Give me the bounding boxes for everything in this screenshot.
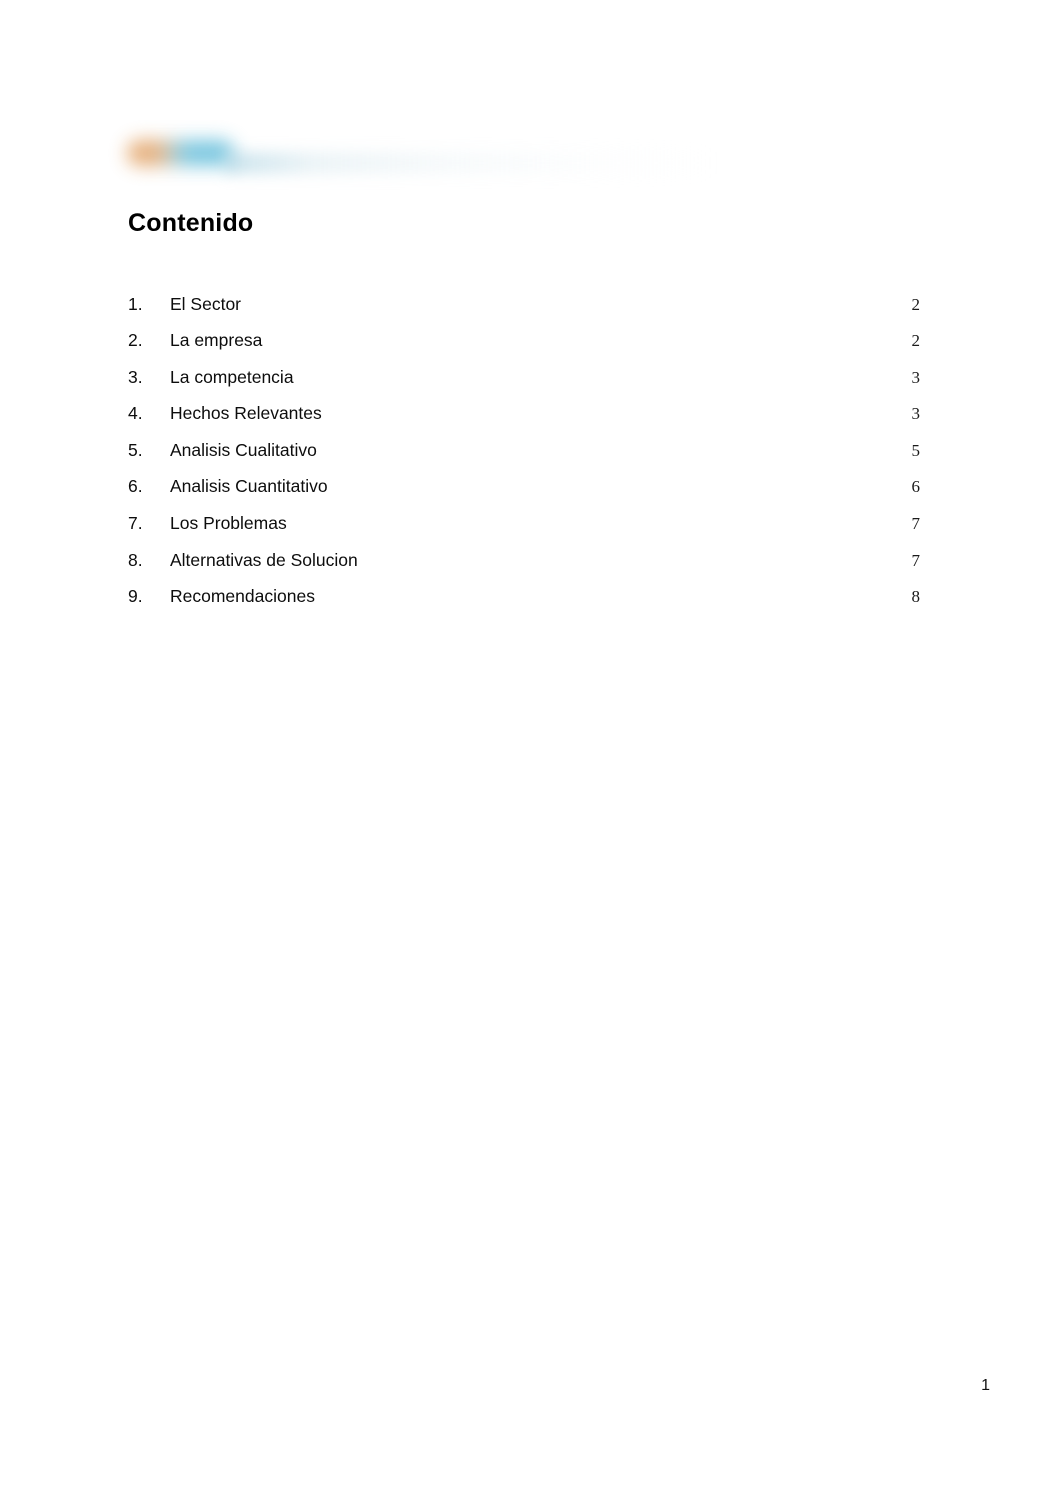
toc-entry-number: 8. xyxy=(128,549,143,570)
toc-entry-label[interactable]: Hechos Relevantes xyxy=(170,395,880,432)
document-page: Contenido 1. El Sector 2 2. La empresa 2 3. La … xyxy=(0,0,1062,1505)
toc-entry-number: 3. xyxy=(128,366,143,387)
document-header xyxy=(0,60,1062,174)
toc-entry-page-number: 5 xyxy=(911,440,921,460)
toc-entry-label[interactable]: Analisis Cualitativo xyxy=(170,432,880,469)
toc-entry-label[interactable]: El Sector xyxy=(170,286,880,323)
table-of-contents: 1. El Sector 2 2. La empresa 2 3. La competenci… xyxy=(128,286,920,615)
toc-entry-number: 5. xyxy=(128,439,143,460)
toc-entry[interactable]: 5. Analisis Cualitativo 5 xyxy=(128,432,920,469)
toc-entry-number: 1. xyxy=(128,293,143,314)
toc-entry-label[interactable]: La competencia xyxy=(170,359,880,396)
toc-entry-page-number: 6 xyxy=(911,477,921,497)
toc-entry[interactable]: 9. Recomendaciones 8 xyxy=(128,578,920,615)
toc-entry-label[interactable]: Recomendaciones xyxy=(170,578,880,615)
toc-entry-page-number: 3 xyxy=(911,404,921,424)
toc-entry-number: 6. xyxy=(128,476,143,497)
toc-entry[interactable]: 2. La empresa 2 xyxy=(128,322,920,359)
footer-page-number: 1 xyxy=(981,1377,990,1394)
toc-entry-label[interactable]: La empresa xyxy=(170,322,880,359)
toc-entry-page-number: 2 xyxy=(911,331,921,351)
toc-entry-number: 7. xyxy=(128,513,143,534)
toc-entry-number: 2. xyxy=(128,330,143,351)
toc-entry-page-number: 7 xyxy=(911,514,921,534)
toc-entry[interactable]: 3. La competencia 3 xyxy=(128,359,920,396)
toc-entry-page-number: 8 xyxy=(911,587,921,607)
toc-entry-label[interactable]: Los Problemas xyxy=(170,505,880,542)
page-content: Contenido 1. El Sector 2 2. La empresa 2 3. La … xyxy=(128,209,920,615)
page-title: Contenido xyxy=(128,209,254,237)
toc-entry-label[interactable]: Alternativas de Solucion xyxy=(170,542,880,579)
toc-entry-number: 4. xyxy=(128,403,143,424)
toc-entry[interactable]: 8. Alternativas de Solucion 7 xyxy=(128,542,920,579)
toc-entry-page-number: 7 xyxy=(911,550,921,570)
toc-entry-page-number: 3 xyxy=(911,367,921,387)
toc-entry[interactable]: 6. Analisis Cuantitativo 6 xyxy=(128,468,920,505)
header-accent-band xyxy=(225,152,715,174)
toc-entry[interactable]: 1. El Sector 2 xyxy=(128,286,920,323)
toc-entry[interactable]: 7. Los Problemas 7 xyxy=(128,505,920,542)
toc-entry-number: 9. xyxy=(128,586,143,607)
toc-entry-page-number: 2 xyxy=(911,294,921,314)
toc-entry[interactable]: 4. Hechos Relevantes 3 xyxy=(128,395,920,432)
company-logo-icon xyxy=(127,140,235,166)
toc-entry-label[interactable]: Analisis Cuantitativo xyxy=(170,468,880,505)
